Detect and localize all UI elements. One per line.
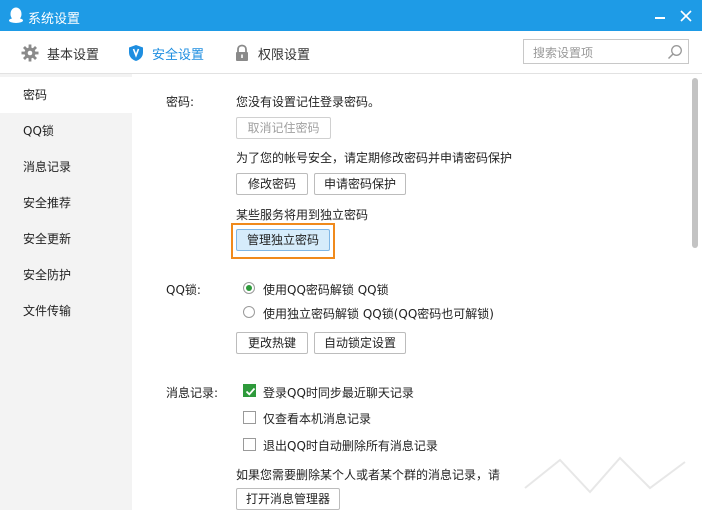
change-password-button[interactable]: 修改密码 [236, 173, 308, 195]
sidebar-nav: 密码 QQ锁 消息记录 安全推荐 安全更新 安全防护 文件传输 [0, 74, 132, 510]
sidebar-item-qqlock[interactable]: QQ锁 [0, 113, 132, 149]
lock-icon [236, 44, 248, 61]
watermark-mark [524, 456, 686, 494]
sidebar-item-label: 密码 [23, 88, 48, 102]
sidebar-item-security-update[interactable]: 安全更新 [0, 221, 132, 257]
tab-basic-label: 基本设置 [47, 47, 100, 63]
sidebar-item-security-recommend[interactable]: 安全推荐 [0, 185, 132, 221]
checkmark-icon [245, 387, 256, 396]
search-input[interactable] [531, 43, 665, 62]
tab-permission-label: 权限设置 [258, 47, 311, 63]
sidebar-item-label: 安全更新 [23, 232, 72, 246]
tab-security-label: 安全设置 [152, 47, 205, 63]
no-saved-password-text: 您没有设置记住登录密码。 [236, 95, 381, 109]
auto-lock-settings-button[interactable]: 自动锁定设置 [314, 332, 406, 354]
sidebar-item-label: QQ锁 [23, 124, 54, 138]
checkbox-local-messages-only-label: 仅查看本机消息记录 [263, 412, 372, 426]
search-icon [667, 45, 682, 60]
close-icon [680, 10, 692, 22]
sidebar-item-security-protection[interactable]: 安全防护 [0, 257, 132, 293]
sidebar-item-label: 消息记录 [23, 160, 72, 174]
title-bar: 系统设置 [0, 0, 702, 31]
settings-toolbar: 基本设置 安全设置 权限设置 [0, 31, 702, 74]
change-hotkey-button[interactable]: 更改热键 [236, 332, 308, 354]
search-box[interactable] [523, 39, 689, 64]
checkbox-delete-on-exit-label: 退出QQ时自动删除所有消息记录 [263, 439, 438, 453]
sidebar-item-messages[interactable]: 消息记录 [0, 149, 132, 185]
checkbox-sync-recent-messages[interactable] [243, 384, 256, 397]
checkbox-local-messages-only[interactable] [243, 411, 256, 424]
radio-qq-password-unlock-label: 使用QQ密码解锁 QQ锁 [263, 283, 389, 297]
delete-messages-hint: 如果您需要删除某个人或者某个群的消息记录，请 [236, 468, 501, 482]
sidebar-item-label: 文件传输 [23, 304, 72, 318]
checkbox-delete-on-exit[interactable] [243, 438, 256, 451]
radio-qq-password-unlock[interactable] [243, 282, 255, 294]
tab-security-settings[interactable]: 安全设置 [128, 43, 204, 63]
apply-password-protection-button[interactable]: 申请密码保护 [314, 173, 406, 195]
cancel-remember-password-button[interactable]: 取消记住密码 [236, 117, 331, 139]
window-title: 系统设置 [28, 12, 81, 27]
manage-independent-password-button[interactable]: 管理独立密码 [236, 229, 330, 251]
sidebar-item-password[interactable]: 密码 [0, 77, 132, 113]
penguin-logo-icon [9, 7, 23, 23]
sidebar-item-label: 安全防护 [23, 268, 72, 282]
messages-section-label: 消息记录: [166, 386, 219, 400]
minimize-button[interactable] [650, 6, 670, 26]
password-section-label: 密码: [166, 95, 195, 109]
tab-basic-settings[interactable]: 基本设置 [21, 43, 99, 63]
scrollbar-thumb[interactable] [692, 78, 698, 248]
independent-password-text: 某些服务将用到独立密码 [236, 208, 369, 222]
radio-independent-password-unlock-label: 使用独立密码解锁 QQ锁(QQ密码也可解锁) [263, 307, 494, 321]
shield-icon [129, 45, 143, 61]
qqlock-section-label: QQ锁: [166, 283, 201, 297]
radio-independent-password-unlock[interactable] [243, 306, 255, 318]
open-message-manager-button[interactable]: 打开消息管理器 [236, 488, 340, 510]
gear-icon [21, 44, 39, 62]
tab-permission-settings[interactable]: 权限设置 [234, 43, 310, 63]
sidebar-item-file-transfer[interactable]: 文件传输 [0, 293, 132, 329]
password-security-hint: 为了您的帐号安全，请定期修改密码并申请密码保护 [236, 151, 513, 165]
sidebar-item-label: 安全推荐 [23, 196, 72, 210]
close-button[interactable] [676, 6, 696, 26]
checkbox-sync-recent-messages-label: 登录QQ时同步最近聊天记录 [263, 386, 414, 400]
